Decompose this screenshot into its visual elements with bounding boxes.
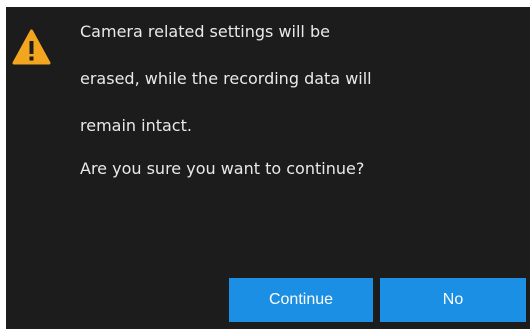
message-line-1: Camera related settings will be — [80, 22, 330, 41]
confirmation-question: Are you sure you want to continue? — [80, 159, 365, 178]
continue-button[interactable]: Continue — [229, 278, 373, 322]
no-button[interactable]: No — [380, 278, 526, 322]
message-line-2: erased, while the recording data will — [80, 69, 372, 88]
warning-icon — [12, 29, 51, 65]
message-line-3: remain intact. — [80, 116, 192, 135]
